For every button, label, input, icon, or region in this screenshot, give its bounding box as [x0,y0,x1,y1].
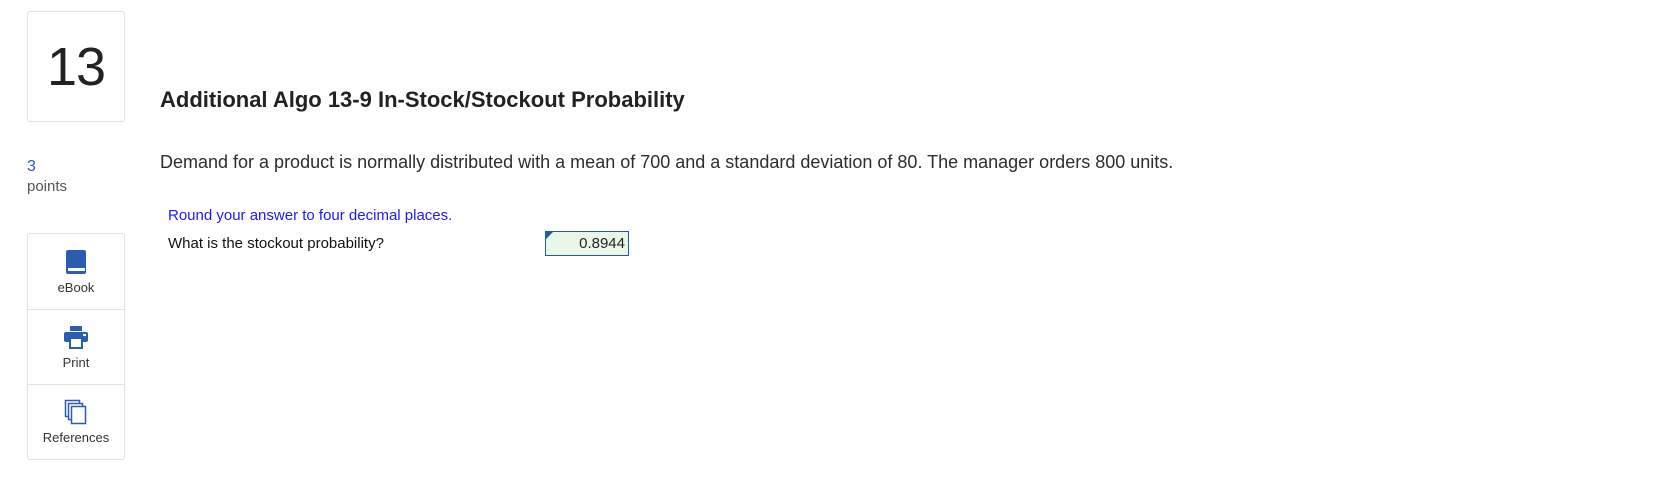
documents-icon [63,399,89,425]
tools-panel: eBook Print References [27,233,125,460]
question-page: 13 3 points eBook Print References Addit… [0,0,1674,497]
sub-question-label: What is the stockout probability? [168,235,384,252]
points-label: points [27,178,68,195]
ebook-label: eBook [57,279,95,295]
print-label: Print [62,355,90,370]
book-icon [63,249,89,275]
print-button[interactable]: Print [28,309,124,384]
references-button[interactable]: References [28,384,124,459]
rounding-instruction: Round your answer to four decimal places… [168,207,453,224]
references-label: References [42,430,110,445]
points-value: 3 [27,158,36,175]
printer-icon [63,324,89,350]
ebook-button[interactable]: eBook [28,234,124,309]
question-title: Additional Algo 13-9 In-Stock/Stockout P… [160,87,685,112]
question-prompt: Demand for a product is normally distrib… [160,152,1174,172]
points-block: 3 points [27,157,117,197]
answer-input[interactable] [545,231,629,256]
question-number: 13 [27,11,125,122]
